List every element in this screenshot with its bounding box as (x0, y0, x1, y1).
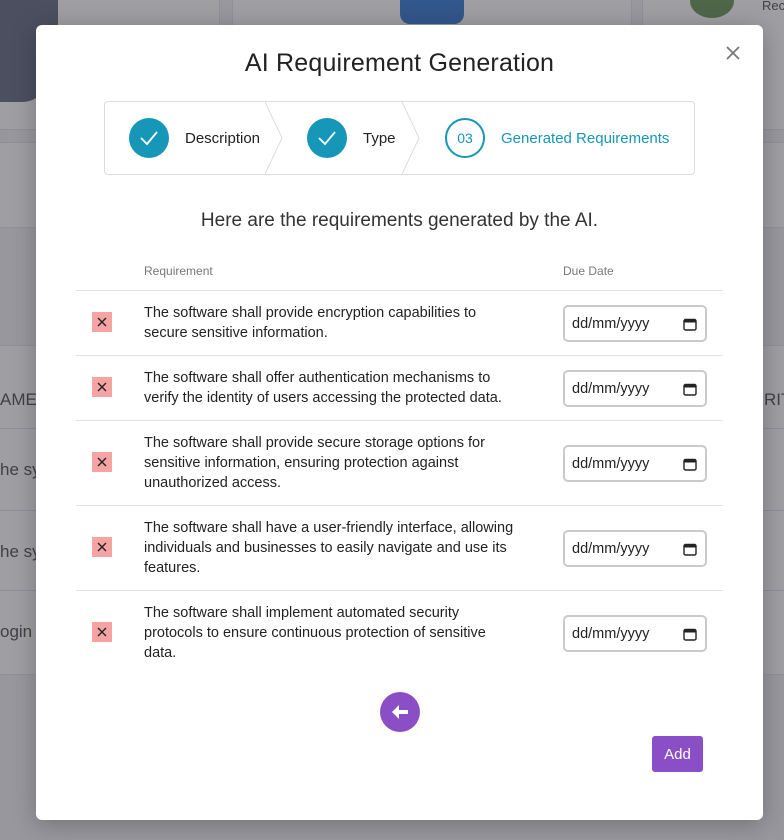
arrow-left-icon (392, 705, 408, 719)
due-date-input[interactable]: dd/mm/yyyy (563, 305, 707, 342)
delete-button[interactable] (92, 312, 112, 332)
header-due-date: Due Date (563, 264, 614, 278)
date-placeholder: dd/mm/yyyy (572, 625, 650, 642)
delete-button[interactable] (92, 537, 112, 557)
due-date-input[interactable]: dd/mm/yyyy (563, 370, 707, 407)
table-row: The software shall provide secure storag… (76, 421, 723, 506)
stepper: Description Type 03 Generated Requiremen… (104, 101, 695, 175)
check-icon (318, 131, 336, 146)
delete-button[interactable] (92, 377, 112, 397)
step-done-circle (129, 118, 169, 158)
modal-title: AI Requirement Generation (244, 49, 555, 77)
close-icon (97, 457, 107, 467)
close-icon (97, 317, 107, 327)
step-label: Type (363, 129, 396, 147)
ai-requirement-modal: AI Requirement Generation Description Ty… (36, 25, 763, 820)
step-separator (265, 102, 283, 174)
step-description: Description (129, 102, 260, 174)
table-row: The software shall offer authentication … (76, 356, 723, 421)
add-button[interactable]: Add (652, 736, 703, 772)
date-placeholder: dd/mm/yyyy (572, 455, 650, 472)
calendar-icon[interactable] (683, 627, 697, 641)
calendar-icon[interactable] (683, 457, 697, 471)
requirement-text: The software shall implement automated s… (144, 605, 486, 661)
delete-button[interactable] (92, 452, 112, 472)
requirement-text: The software shall offer authentication … (144, 370, 502, 406)
date-placeholder: dd/mm/yyyy (572, 380, 650, 397)
step-label: Description (185, 129, 261, 147)
close-icon (726, 46, 740, 60)
step-separator (402, 102, 420, 174)
close-icon (97, 382, 107, 392)
step-type: Type (307, 102, 396, 174)
check-icon (140, 131, 158, 146)
calendar-icon[interactable] (683, 542, 697, 556)
table-row: The software shall provide encryption ca… (76, 291, 723, 356)
step-generated-requirements: 03 Generated Requirements (445, 102, 669, 174)
table-header: Requirement Due Date (76, 255, 723, 291)
due-date-input[interactable]: dd/mm/yyyy (563, 615, 707, 652)
requirements-table: Requirement Due Date The software shall … (76, 255, 723, 676)
date-placeholder: dd/mm/yyyy (572, 540, 650, 557)
calendar-icon[interactable] (683, 382, 697, 396)
step-number-circle: 03 (445, 118, 485, 158)
table-row: The software shall implement automated s… (76, 591, 723, 676)
delete-button[interactable] (92, 622, 112, 642)
due-date-input[interactable]: dd/mm/yyyy (563, 445, 707, 482)
header-requirement: Requirement (144, 264, 213, 278)
step-done-circle (307, 118, 347, 158)
close-icon (97, 542, 107, 552)
close-button[interactable] (721, 41, 745, 65)
calendar-icon[interactable] (683, 317, 697, 331)
table-row: The software shall have a user-friendly … (76, 506, 723, 591)
requirement-text: The software shall provide encryption ca… (144, 305, 477, 341)
results-subtitle: Here are the requirements generated by t… (200, 210, 599, 231)
requirement-text: The software shall provide secure storag… (144, 435, 485, 491)
due-date-input[interactable]: dd/mm/yyyy (563, 530, 707, 567)
date-placeholder: dd/mm/yyyy (572, 315, 650, 332)
close-icon (97, 627, 107, 637)
step-label: Generated Requirements (501, 129, 670, 147)
requirement-text: The software shall have a user-friendly … (144, 520, 514, 576)
back-button[interactable] (380, 692, 420, 732)
